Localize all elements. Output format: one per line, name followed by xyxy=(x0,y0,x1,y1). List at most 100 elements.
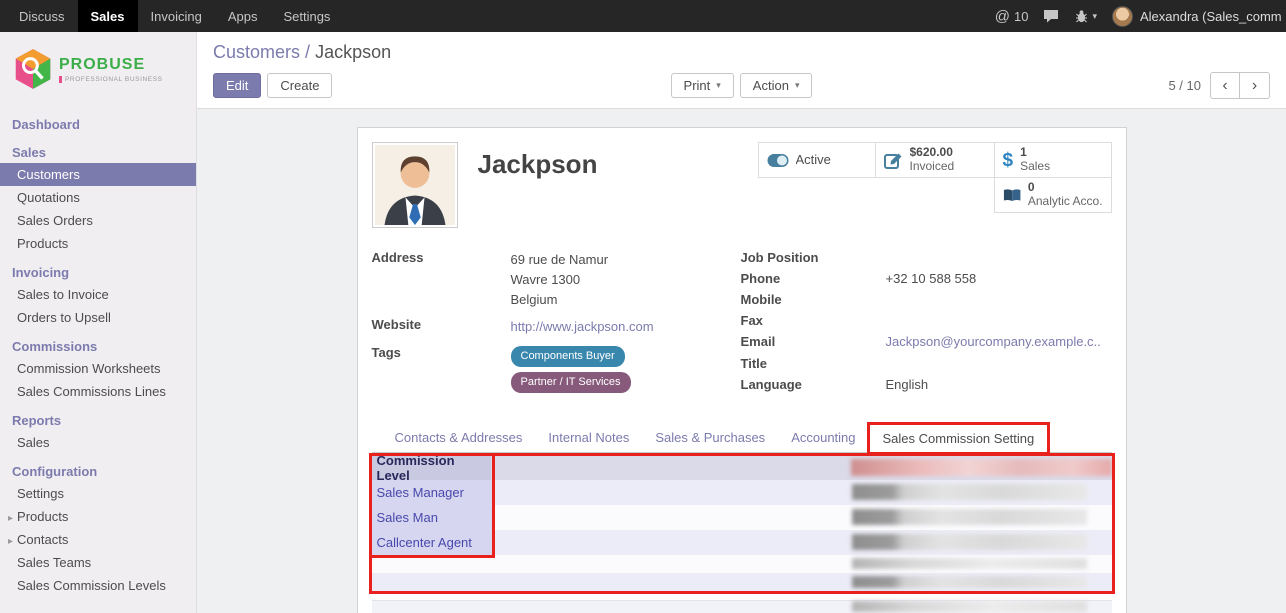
sidebar-item-label: Contacts xyxy=(17,532,68,547)
chevron-down-icon: ▾ xyxy=(1092,11,1097,22)
right-field-column: Job Position Phone+32 10 588 558 Mobile … xyxy=(741,250,1112,404)
mention-count: 10 xyxy=(1014,9,1028,24)
mobile-label: Mobile xyxy=(741,292,886,308)
dollar-icon: $ xyxy=(1003,151,1014,170)
table-header-row: Commission Level xyxy=(372,456,1112,480)
top-navbar: Discuss Sales Invoicing Apps Settings @ … xyxy=(0,0,1286,32)
tab-accounting[interactable]: Accounting xyxy=(778,424,868,452)
app-logo[interactable]: PROBUSE PROFESSIONAL BUSINESS xyxy=(0,32,196,104)
left-field-column: Address 69 rue de Namur Wavre 1300 Belgi… xyxy=(372,250,741,404)
sidebar-heading-sales[interactable]: Sales xyxy=(0,142,196,163)
pager-count: 5 / 10 xyxy=(1168,78,1201,93)
sidebar-item-commission-worksheets[interactable]: Commission Worksheets xyxy=(0,357,196,380)
customer-name-title: Jackpson xyxy=(478,149,598,180)
sidebar-item-reports-sales[interactable]: Sales xyxy=(0,431,196,454)
brand-name: PROBUSE xyxy=(59,56,163,74)
website-label: Website xyxy=(372,317,511,337)
redacted-cell xyxy=(852,534,1087,550)
sidebar-heading-commissions[interactable]: Commissions xyxy=(0,336,196,357)
website-link[interactable]: http://www.jackpson.com xyxy=(511,319,654,334)
sidebar-item-config-contacts[interactable]: ▸Contacts xyxy=(0,528,196,551)
sidebar-heading-reports[interactable]: Reports xyxy=(0,410,196,431)
chevron-down-icon: ▾ xyxy=(716,80,721,91)
sidebar-item-sales-to-invoice[interactable]: Sales to Invoice xyxy=(0,283,196,306)
messages-icon[interactable] xyxy=(1043,9,1059,23)
user-name: Alexandra (Sales_comm.. xyxy=(1140,9,1282,24)
address-line: Belgium xyxy=(511,290,609,310)
stat-sales-button[interactable]: $ 1 Sales xyxy=(994,142,1112,178)
language-value: English xyxy=(886,377,929,393)
bug-icon xyxy=(1074,10,1089,23)
action-button[interactable]: Action▾ xyxy=(740,73,813,98)
stat-invoiced-button[interactable]: $620.00 Invoiced xyxy=(875,142,995,178)
commission-table: Commission Level Sales Manager Sales Man… xyxy=(372,456,1112,591)
pager-prev-button[interactable]: ‹ xyxy=(1210,72,1240,99)
sidebar-item-customers[interactable]: Customers xyxy=(0,163,196,186)
stat-value: 1 xyxy=(1020,146,1050,160)
email-link[interactable]: Jackpson@yourcompany.example.c.. xyxy=(886,334,1101,350)
sidebar-item-sales-teams[interactable]: Sales Teams xyxy=(0,551,196,574)
tab-internal-notes[interactable]: Internal Notes xyxy=(535,424,642,452)
table-row[interactable]: Callcenter Agent xyxy=(372,530,1112,555)
user-avatar xyxy=(1112,6,1133,27)
sidebar-heading-configuration[interactable]: Configuration xyxy=(0,461,196,482)
tab-sales-commission-setting[interactable]: Sales Commission Setting xyxy=(869,424,1049,453)
sidebar-item-settings[interactable]: Settings xyxy=(0,482,196,505)
sidebar-item-sales-commission-levels[interactable]: Sales Commission Levels xyxy=(0,574,196,597)
create-button[interactable]: Create xyxy=(267,73,332,98)
tab-contacts-addresses[interactable]: Contacts & Addresses xyxy=(382,424,536,452)
sidebar-nav: Dashboard Sales Customers Quotations Sal… xyxy=(0,114,196,597)
sidebar-item-quotations[interactable]: Quotations xyxy=(0,186,196,209)
edit-square-icon xyxy=(884,152,903,169)
control-panel: Customers / Jackpson Edit Create Print▾ … xyxy=(197,32,1286,109)
commission-level-cell: Sales Manager xyxy=(372,480,492,505)
mentions-indicator[interactable]: @ 10 xyxy=(995,8,1029,25)
column-header-commission-level[interactable]: Commission Level xyxy=(372,456,491,480)
menu-settings[interactable]: Settings xyxy=(270,0,343,32)
stat-value: $620.00 xyxy=(910,146,955,160)
commission-level-cell: Sales Man xyxy=(372,505,492,530)
customer-photo xyxy=(372,142,458,228)
sidebar-item-sales-orders[interactable]: Sales Orders xyxy=(0,209,196,232)
sidebar-item-products[interactable]: Products xyxy=(0,232,196,255)
redacted-cell xyxy=(852,509,1087,525)
language-label: Language xyxy=(741,377,886,393)
menu-apps[interactable]: Apps xyxy=(215,0,271,32)
stat-active-button[interactable]: Active xyxy=(758,142,876,178)
main-area: Customers / Jackpson Edit Create Print▾ … xyxy=(197,32,1286,613)
expand-icon: ▸ xyxy=(8,513,13,524)
address-line: Wavre 1300 xyxy=(511,270,609,290)
table-row[interactable]: Sales Man xyxy=(372,505,1112,530)
breadcrumb-parent[interactable]: Customers xyxy=(213,42,300,62)
stat-label: Sales xyxy=(1020,160,1050,174)
sidebar-item-sales-commissions-lines[interactable]: Sales Commissions Lines xyxy=(0,380,196,403)
stat-analytic-button[interactable]: 0 Analytic Acco... xyxy=(994,177,1112,213)
email-label: Email xyxy=(741,334,886,350)
tags-label: Tags xyxy=(372,345,511,397)
pager-next-button[interactable]: › xyxy=(1240,72,1270,99)
menu-sales[interactable]: Sales xyxy=(78,0,138,32)
sidebar-item-config-products[interactable]: ▸Products xyxy=(0,505,196,528)
sidebar: PROBUSE PROFESSIONAL BUSINESS Dashboard … xyxy=(0,32,197,613)
title-label: Title xyxy=(741,356,886,372)
table-row[interactable]: Sales Manager xyxy=(372,480,1112,505)
print-button[interactable]: Print▾ xyxy=(671,73,734,98)
edit-button[interactable]: Edit xyxy=(213,73,261,98)
menu-invoicing[interactable]: Invoicing xyxy=(138,0,215,32)
user-menu[interactable]: Alexandra (Sales_comm.. xyxy=(1112,6,1282,27)
commission-level-cell: Callcenter Agent xyxy=(372,530,492,555)
sidebar-item-orders-to-upsell[interactable]: Orders to Upsell xyxy=(0,306,196,329)
debug-menu[interactable]: ▾ xyxy=(1074,10,1097,23)
stat-value: 0 xyxy=(1028,181,1103,195)
sidebar-heading-invoicing[interactable]: Invoicing xyxy=(0,262,196,283)
menu-discuss[interactable]: Discuss xyxy=(6,0,78,32)
tab-sales-purchases[interactable]: Sales & Purchases xyxy=(642,424,778,452)
address-value: 69 rue de Namur Wavre 1300 Belgium xyxy=(511,250,609,310)
redacted-cell xyxy=(852,484,1087,500)
stat-buttons: Active $620.00 Invoiced $ xyxy=(756,142,1112,213)
fax-label: Fax xyxy=(741,313,886,329)
table-row-empty xyxy=(372,555,1112,573)
sidebar-heading-dashboard[interactable]: Dashboard xyxy=(0,114,196,135)
redacted-cell xyxy=(852,601,1087,612)
phone-value: +32 10 588 558 xyxy=(886,271,977,287)
